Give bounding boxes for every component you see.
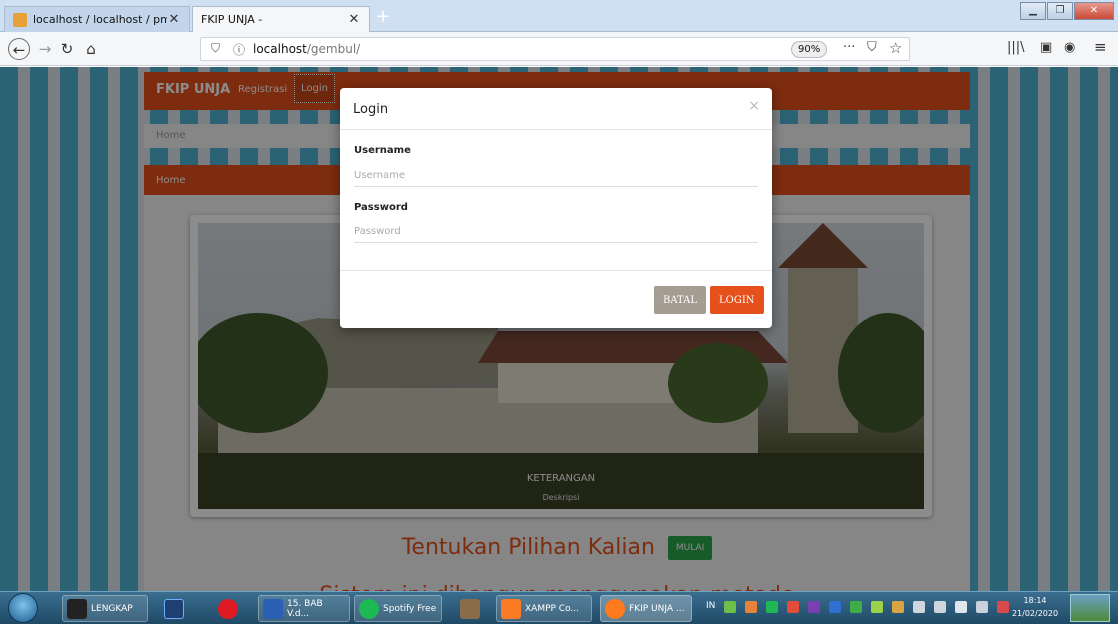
more-icon[interactable]: ··· [843, 40, 855, 55]
minimize-button[interactable]: ▁ [1020, 2, 1046, 20]
window-controls: ▁ ❐ ✕ [1019, 2, 1114, 20]
bookmark-star-icon[interactable]: ☆ [889, 39, 902, 57]
taskbar-word[interactable]: 15. BAB V.d... [258, 595, 350, 622]
forward-icon[interactable]: → [34, 38, 56, 60]
tray-drive-icon[interactable] [850, 601, 862, 613]
taskbar-xampp[interactable]: XAMPP Co... [496, 595, 592, 622]
pocket-icon[interactable]: ⛉ [867, 40, 877, 55]
taskbar-spotify[interactable]: Spotify Free [354, 595, 442, 622]
browser-nav-bar: ← → ↻ ⌂ ⛉ ⓘ localhost/gembul/ 90% ··· ⛉ … [0, 32, 1118, 66]
reload-icon[interactable]: ↻ [56, 38, 78, 60]
photo-viewer-icon [460, 598, 480, 619]
tab-label: FKIP UNJA - [201, 13, 263, 26]
password-input[interactable] [354, 221, 758, 243]
taskbar-clock[interactable]: 18:14 21/02/2020 [1008, 594, 1062, 620]
tray-network-status-icon[interactable] [976, 601, 988, 613]
new-tab-button[interactable]: + [373, 8, 393, 28]
volume-icon[interactable] [955, 601, 967, 613]
tab-fkip-unja[interactable]: FKIP UNJA - ✕ [192, 6, 370, 32]
back-icon[interactable]: ← [8, 38, 30, 60]
library-icon[interactable]: |||\ [1007, 40, 1025, 55]
taskbar-folder-lengkap[interactable]: LENGKAP [62, 595, 148, 622]
modal-close-icon[interactable]: × [748, 98, 760, 114]
tab-close-icon[interactable]: ✕ [167, 12, 181, 27]
photoshop-icon [164, 598, 184, 619]
tab-phpmyadmin[interactable]: localhost / localhost / pm | php ✕ [4, 6, 190, 32]
info-icon[interactable]: ⓘ [233, 41, 245, 58]
maximize-button[interactable]: ❐ [1047, 2, 1073, 20]
system-tray [724, 601, 1018, 613]
tray-util-icon[interactable] [871, 601, 883, 613]
tray-xampp-icon[interactable] [745, 601, 757, 613]
tab-label: localhost / localhost / pm | php [33, 13, 167, 26]
taskbar-item-label: FKIP UNJA ... [629, 603, 685, 614]
taskbar-opera[interactable] [214, 595, 246, 622]
tray-app-icon[interactable] [724, 601, 736, 613]
taskbar-firefox[interactable]: FKIP UNJA ... [600, 595, 692, 622]
start-button[interactable] [8, 593, 38, 623]
account-icon[interactable]: ◉ [1064, 40, 1075, 55]
tab-close-icon[interactable]: ✕ [347, 12, 361, 27]
word-icon [263, 598, 283, 619]
tray-misc-icon[interactable] [892, 601, 904, 613]
url-path: /gembul/ [306, 42, 361, 56]
show-desktop-button[interactable] [1070, 594, 1110, 622]
folder-icon [67, 598, 87, 619]
taskbar-item-label: Spotify Free [383, 603, 437, 614]
tray-network-icon[interactable] [787, 601, 799, 613]
sidebar-icon[interactable]: ▣ [1040, 40, 1052, 55]
url-text[interactable]: localhost/gembul/ [253, 42, 360, 56]
cancel-button[interactable]: BATAL [654, 286, 707, 314]
tray-onenote-icon[interactable] [808, 601, 820, 613]
clock-time: 18:14 [1023, 596, 1047, 605]
modal-title: Login [353, 102, 389, 117]
xampp-icon [501, 598, 521, 619]
taskbar-item-label: XAMPP Co... [525, 603, 580, 614]
shield-icon[interactable]: ⛉ [211, 41, 220, 56]
modal-header-divider [340, 129, 772, 130]
windows-taskbar: LENGKAP 15. BAB V.d... Spotify Free XAMP… [0, 591, 1118, 624]
password-label: Password [354, 202, 408, 213]
home-icon[interactable]: ⌂ [80, 38, 102, 60]
username-label: Username [354, 145, 411, 156]
phpmyadmin-favicon-icon [13, 12, 27, 27]
taskbar-item-label: LENGKAP [91, 603, 133, 614]
url-host: localhost [253, 42, 307, 56]
spotify-icon [359, 598, 379, 619]
tray-usb-icon[interactable] [913, 601, 925, 613]
close-window-button[interactable]: ✕ [1074, 2, 1114, 20]
page-viewport: FKIP UNJA Registrasi Login Home Home KET… [0, 67, 1118, 591]
address-bar[interactable]: ⛉ ⓘ localhost/gembul/ 90% ··· ⛉ ☆ [200, 37, 910, 61]
browser-tab-bar: localhost / localhost / pm | php ✕ FKIP … [0, 0, 1118, 32]
firefox-icon [605, 598, 625, 619]
taskbar-photos[interactable] [456, 595, 488, 622]
modal-footer-divider [340, 270, 772, 271]
login-button[interactable]: LOGIN [710, 286, 764, 314]
language-indicator[interactable]: IN [706, 601, 715, 611]
tray-bluetooth-icon[interactable] [829, 601, 841, 613]
tray-spotify-icon[interactable] [766, 601, 778, 613]
taskbar-photoshop[interactable] [160, 595, 192, 622]
taskbar-item-label: 15. BAB V.d... [287, 598, 323, 619]
opera-icon [218, 598, 238, 619]
zoom-badge[interactable]: 90% [791, 41, 828, 58]
username-input[interactable] [354, 165, 758, 187]
menu-icon[interactable]: ≡ [1094, 38, 1107, 56]
tray-power-icon[interactable] [934, 601, 946, 613]
login-modal: Login × Username Password BATAL LOGIN [340, 88, 772, 328]
clock-date: 21/02/2020 [1011, 609, 1059, 618]
